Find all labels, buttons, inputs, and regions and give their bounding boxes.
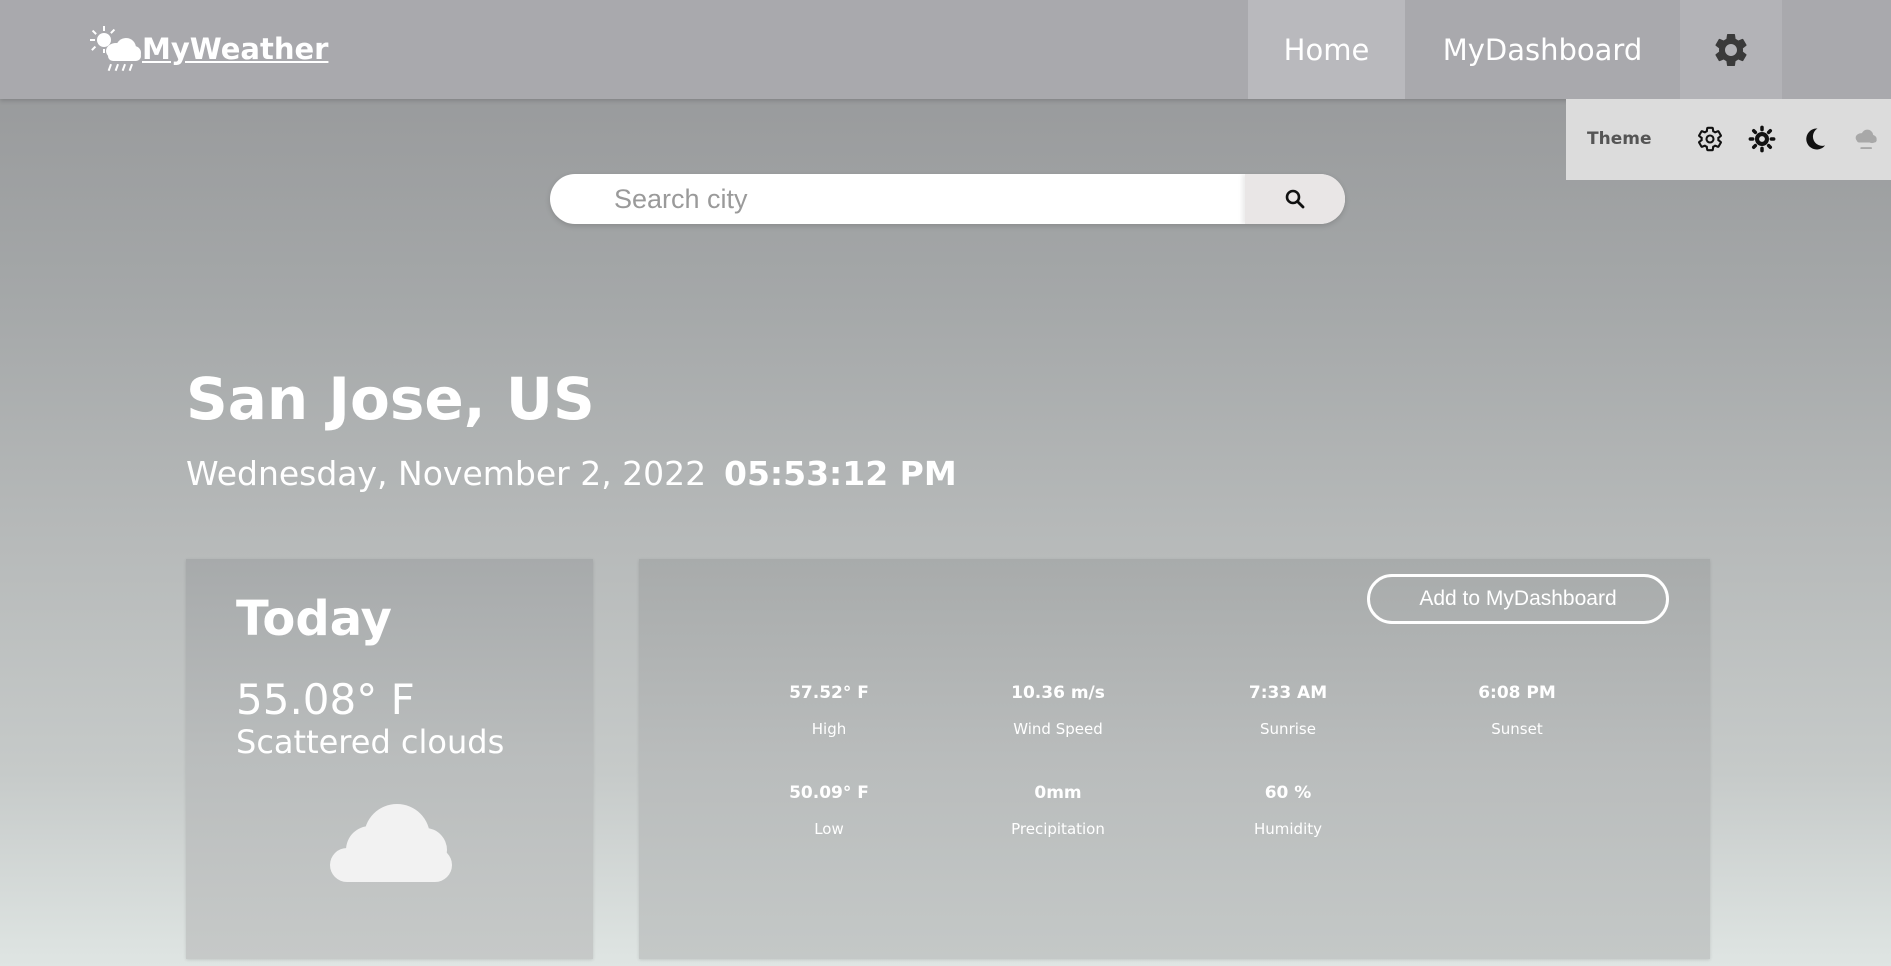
stat-value: 10.36 m/s [1011,683,1105,703]
search-icon [1285,189,1305,209]
today-title: Today [236,591,392,647]
theme-menu: Theme [1566,99,1891,180]
search-bar [550,174,1345,224]
stat-value: 7:33 AM [1248,683,1328,703]
theme-option-cloudy[interactable] [1851,125,1879,153]
theme-option-light[interactable] [1748,125,1776,153]
current-time: 05:53:12 PM [724,454,957,493]
stat-label: Precipitation [1011,820,1105,838]
current-temperature: 55.08° F [236,675,415,724]
stat-label: Sunrise [1260,720,1316,738]
light-theme-icon [1748,125,1776,153]
today-card: Today 55.08° F Scattered clouds [186,559,593,959]
stat-label: High [811,720,847,738]
theme-option-dark[interactable] [1800,125,1828,153]
theme-option-auto[interactable] [1696,125,1724,153]
logo-text: MyWeather [142,32,329,66]
weather-details-card: Add to MyDashboard 57.52° F High 10.36 m… [639,559,1710,959]
dark-theme-icon [1806,128,1826,150]
stat-label: Low [814,820,844,838]
nav-mydashboard[interactable]: MyDashboard [1405,0,1680,99]
stat-wind-speed: 10.36 m/s Wind Speed [958,683,1158,738]
weather-logo-icon [90,26,141,72]
cloud-icon [330,804,452,882]
weather-description: Scattered clouds [236,723,505,761]
stat-sunset: 6:08 PM Sunset [1417,683,1617,738]
search-button[interactable] [1245,174,1345,224]
stat-precipitation: 0mm Precipitation [958,783,1158,838]
current-date: Wednesday, November 2, 2022 [186,454,707,493]
search-input[interactable] [550,174,1245,224]
gear-icon [1715,33,1747,66]
stat-value: 60 % [1264,783,1312,803]
stat-low: 50.09° F Low [729,783,929,838]
stat-high: 57.52° F High [729,683,929,738]
city-name: San Jose, US [186,365,595,433]
stat-label: Wind Speed [1013,720,1103,738]
stat-value: 0mm [1034,783,1082,803]
add-to-dashboard-button[interactable]: Add to MyDashboard [1367,574,1669,624]
cloudy-theme-icon [1855,129,1877,150]
stat-value: 50.09° F [789,783,869,803]
stat-humidity: 60 % Humidity [1188,783,1388,838]
stat-sunrise: 7:33 AM Sunrise [1188,683,1388,738]
auto-theme-icon [1698,126,1722,152]
logo-link[interactable]: MyWeather [90,26,328,72]
settings-button[interactable] [1680,0,1782,99]
top-nav-bar: MyWeather Home MyDashboard [0,0,1891,99]
stat-value: 57.52° F [789,683,869,703]
stat-value: 6:08 PM [1478,683,1556,703]
nav-home[interactable]: Home [1248,0,1405,99]
stat-label: Sunset [1491,720,1543,738]
theme-label: Theme [1587,129,1652,149]
stat-label: Humidity [1253,820,1322,838]
